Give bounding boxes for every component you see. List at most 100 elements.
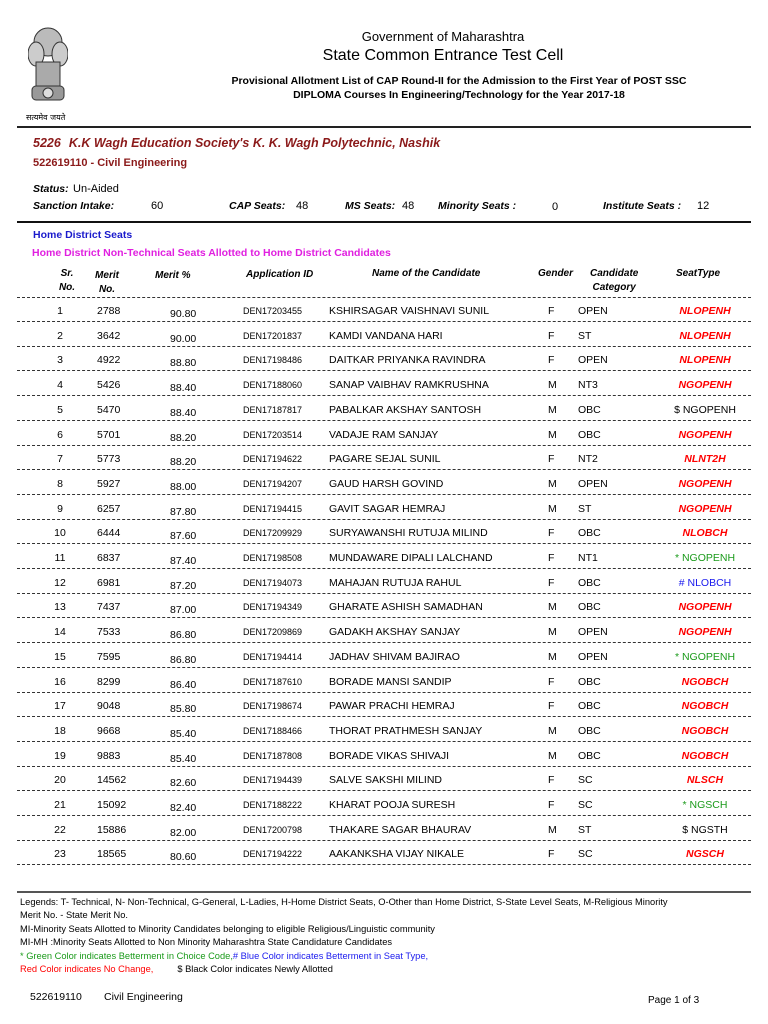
legend-colors: * Green Color indicates Betterment in Ch…	[20, 950, 760, 963]
cell-category: OBC	[578, 576, 601, 589]
status-value: Un-Aided	[73, 183, 119, 195]
row-dashed-rule	[17, 370, 751, 372]
col-gender: Gender	[538, 268, 574, 279]
cell-merit-no: 9883	[97, 749, 121, 762]
cell-category: OBC	[578, 403, 601, 416]
col-merit-no: Merit No.	[95, 270, 119, 295]
cell-merit-pct: 87.80	[170, 505, 197, 518]
table-row: 2 3642 90.00 DEN17201837 KAMDI VANDANA HARI F…	[0, 330, 768, 354]
cell-merit-pct: 86.80	[170, 653, 197, 666]
ms-value: 48	[402, 200, 415, 212]
cell-application-id: DEN17198508	[243, 553, 303, 563]
row-dashed-rule	[17, 839, 751, 841]
cell-candidate-name: PAWAR PRACHI HEMRAJ	[329, 700, 455, 713]
minority-label: Minority Seats :	[438, 200, 517, 212]
cell-sr-no: 3	[57, 354, 63, 367]
legend-line: MI-Minority Seats Allotted to Minority C…	[20, 923, 435, 934]
table-row: 21 15092 82.40 DEN17188222 KHARAT POOJA SURE…	[0, 799, 768, 823]
cell-sr-no: 21	[54, 799, 66, 811]
cell-merit-no: 8299	[97, 675, 121, 688]
cell-merit-no: 3642	[97, 329, 121, 342]
legend: Legends: T- Technical, N- Non-Technical,…	[20, 896, 760, 976]
cell-merit-pct: 88.00	[170, 480, 197, 493]
cell-gender: M	[548, 601, 557, 614]
cell-merit-no: 5701	[97, 428, 121, 441]
col-application-id: Application ID	[246, 269, 314, 280]
cap-value: 48	[296, 200, 309, 212]
cell-merit-no: 6444	[97, 527, 121, 540]
cell-gender: M	[548, 823, 557, 836]
cell-seat-type: NGOBCH	[681, 700, 729, 713]
cell-merit-no: 4922	[97, 354, 121, 367]
cell-candidate-name: GAUD HARSH GOVIND	[329, 477, 444, 490]
footer-course: Civil Engineering	[104, 991, 183, 1003]
cell-category: OPEN	[578, 626, 608, 639]
cell-seat-type: NGOPENH	[678, 502, 732, 515]
sanction-label: Sanction Intake:	[33, 200, 115, 212]
cell-category: OBC	[578, 749, 601, 762]
cell-seat-type: NGSCH	[686, 848, 724, 861]
cell-sr-no: 9	[57, 502, 63, 515]
cell-application-id: DEN17194622	[243, 454, 303, 465]
legend-green: * Green Color indicates Betterment in Ch…	[20, 950, 233, 961]
cell-category: OPEN	[578, 305, 608, 317]
cell-candidate-name: SANAP VAIBHAV RAMKRUSHNA	[329, 379, 489, 392]
table-row: 15 7595 86.80 DEN17194414 JADHAV SHIVAM BAJI…	[0, 651, 768, 675]
row-dashed-rule	[17, 864, 751, 866]
cell-category: OBC	[578, 700, 601, 713]
cell-candidate-name: DAITKAR PRIYANKA RAVINDRA	[329, 354, 486, 367]
col-category: Candidate Category	[590, 268, 639, 293]
cell-application-id: DEN17203514	[243, 429, 303, 440]
row-dashed-rule	[17, 790, 751, 792]
cell-seat-type: NGOPENH	[678, 626, 732, 639]
cell-application-id: DEN17194439	[243, 775, 303, 786]
row-dashed-rule	[17, 469, 751, 471]
institute-code: 5226	[33, 136, 61, 150]
col-candidate-name: Name of the Candidate	[372, 268, 481, 279]
cell-category: OPEN	[578, 650, 608, 663]
row-dashed-rule	[17, 716, 751, 718]
cell-application-id: DEN17203455	[243, 306, 303, 316]
table-row: 9 6257 87.80 DEN17194415 GAVIT SAGAR HEMRAJ M…	[0, 503, 768, 527]
cell-category: OPEN	[578, 354, 608, 367]
table-row: 12 6981 87.20 DEN17194073 MAHAJAN RUTUJA RAH…	[0, 577, 768, 601]
cell-sr-no: 16	[54, 675, 66, 688]
cell-candidate-name: KHARAT POOJA SURESH	[329, 799, 456, 811]
cell-candidate-name: BORADE MANSI SANDIP	[329, 675, 452, 688]
cell-gender: F	[548, 552, 555, 564]
cell-category: ST	[578, 823, 592, 836]
page-indicator: Page 1 of 3	[648, 995, 700, 1006]
list-subtitle: Provisional Allotment List of CAP Round-…	[0, 74, 768, 102]
cell-seat-type: NLOPENH	[679, 305, 731, 317]
cell-application-id: DEN17209869	[243, 627, 303, 638]
table-row: 22 15886 82.00 DEN17200798 THAKARE SAGAR BHA…	[0, 824, 768, 848]
row-dashed-rule	[17, 395, 751, 397]
cell-gender: M	[548, 502, 557, 515]
col-sr-no: Sr. No.	[58, 268, 76, 293]
table-row: 14 7533 86.80 DEN17209869 GADAKH AKSHAY SANJ…	[0, 626, 768, 650]
table-row: 6 5701 88.20 DEN17203514 VADAJE RAM SANJAY M O…	[0, 429, 768, 453]
cell-application-id: DEN17188222	[243, 800, 303, 810]
table-row: 5 5470 88.40 DEN17187817 PABALKAR AKSHAY SAN…	[0, 404, 768, 428]
row-dashed-rule	[17, 691, 751, 693]
cell-merit-no: 5470	[97, 403, 121, 416]
cell-category: SC	[578, 799, 593, 811]
cap-label: CAP Seats:	[229, 200, 286, 212]
cell-category: SC	[578, 848, 593, 861]
cell-category: OBC	[578, 527, 601, 540]
cell-merit-no: 7533	[97, 626, 121, 639]
cell-sr-no: 10	[54, 527, 66, 540]
row-dashed-rule	[17, 592, 751, 594]
cell-seat-type: * NGOPENH	[674, 650, 736, 663]
cell-seat-type: NLSCH	[686, 774, 724, 787]
cell-application-id: DEN17194222	[243, 849, 303, 860]
cell-category: OPEN	[578, 477, 608, 490]
cell-candidate-name: THORAT PRATHMESH SANJAY	[329, 724, 483, 737]
row-dashed-rule	[17, 568, 751, 569]
cell-merit-no: 9048	[97, 700, 121, 713]
cell-gender: M	[548, 626, 557, 639]
cell-merit-pct: 87.40	[170, 555, 197, 567]
cell-category: OBC	[578, 724, 601, 737]
cell-merit-pct: 88.80	[170, 357, 197, 370]
legend-colors-2: Red Color indicates No Change, $ Black Co…	[20, 963, 760, 976]
